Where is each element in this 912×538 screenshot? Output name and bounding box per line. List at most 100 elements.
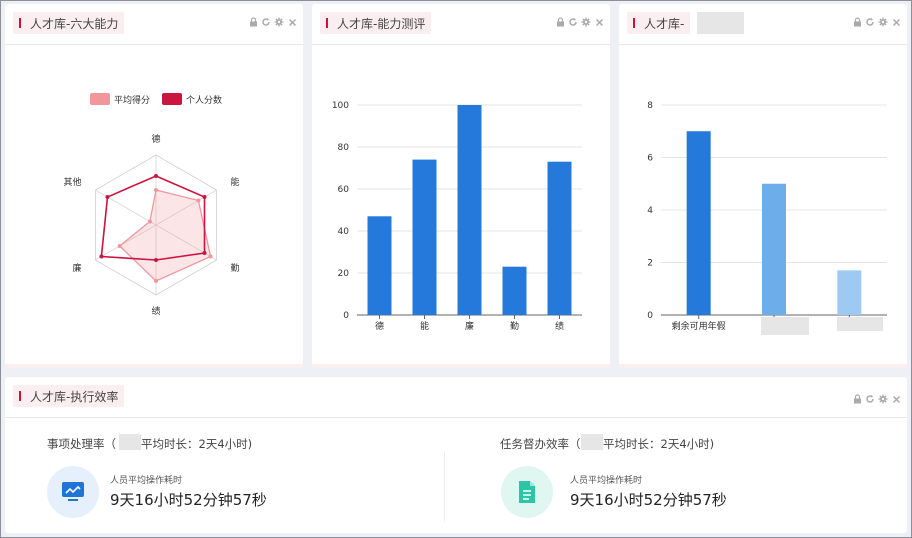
- gear-icon[interactable]: [274, 16, 284, 28]
- value-redaction: [581, 434, 603, 450]
- panel-bottom-bar: [5, 364, 303, 368]
- refresh-icon[interactable]: [865, 393, 875, 405]
- title-accent: [326, 18, 328, 28]
- radar-point: [147, 219, 152, 224]
- title-accent: [19, 18, 21, 28]
- processing-rate-title: 事项处理率（: [47, 437, 116, 451]
- title-accent: [19, 391, 21, 401]
- y-tick-label: 20: [338, 269, 350, 279]
- radar-point: [117, 244, 122, 248]
- radar-panel: 人才库-六大能力 德能勤绩 廉 其他 平均得分 个人分数: [5, 4, 303, 368]
- processing-rate-avg: 平均时长：2天4小时): [141, 437, 253, 451]
- panel-bottom-bar: [619, 364, 907, 368]
- radar-indicator-label: 勤: [230, 262, 239, 274]
- y-tick-label: 0: [647, 311, 653, 321]
- x-tick-label: 廉: [465, 320, 474, 332]
- radar-point: [202, 195, 207, 199]
- ability-bar-panel: 人才库-能力测评 0 20 40 60 80 100 德 能 廉 勤 绩: [312, 4, 610, 368]
- radar-indicator-label: 能: [230, 176, 239, 188]
- gear-icon[interactable]: [878, 393, 888, 405]
- efficiency-panel: 人才库-执行效率 事项处理率（ 平均时长：2天4小时) 人员平均操作耗时 9天1…: [5, 377, 907, 533]
- label-redaction: [761, 317, 809, 335]
- legend-label: 个人分数: [186, 94, 222, 106]
- avg-operation-time-value: 9天16小时52分钟57秒: [110, 491, 267, 509]
- lock-icon[interactable]: [248, 16, 258, 28]
- refresh-icon[interactable]: [865, 16, 875, 28]
- leave-panel-toolbar: [852, 16, 901, 28]
- y-tick-label: 2: [647, 259, 653, 269]
- radar-point: [202, 251, 207, 255]
- leave-panel-header: 人才库-: [627, 12, 691, 34]
- avg-operation-time-label: 人员平均操作耗时: [570, 476, 643, 486]
- panel-bottom-bar: [312, 364, 610, 368]
- avg-operation-time-value: 9天16小时52分钟57秒: [570, 491, 727, 509]
- bar: [686, 131, 711, 315]
- lock-icon[interactable]: [852, 393, 862, 405]
- radar-point: [105, 195, 110, 199]
- value-redaction: [119, 434, 141, 450]
- bar: [367, 216, 392, 315]
- supervision-efficiency-avg: 平均时长：2天4小时): [603, 437, 715, 451]
- x-tick-label: 能: [420, 320, 429, 332]
- bar: [502, 266, 527, 315]
- title-redaction: [697, 12, 744, 34]
- x-tick-label: 剩余可用年假: [672, 320, 726, 332]
- leave-bar-panel: 人才库- 02468剩余可用年假个人团队: [619, 4, 907, 368]
- document-stat-icon: [501, 466, 553, 518]
- y-tick-label: 40: [338, 227, 350, 237]
- close-icon[interactable]: [287, 16, 297, 28]
- title-accent: [633, 18, 635, 28]
- close-icon[interactable]: [594, 16, 604, 28]
- bar-panel-header: 人才库-能力测评: [320, 12, 432, 34]
- radar-indicator-label: 绩: [151, 305, 160, 317]
- refresh-icon[interactable]: [568, 16, 578, 28]
- efficiency-panel-header: 人才库-执行效率: [13, 385, 125, 407]
- bar: [762, 183, 786, 315]
- bar: [837, 270, 862, 315]
- y-tick-label: 100: [332, 101, 349, 111]
- x-tick-label: 德: [375, 320, 384, 332]
- refresh-icon[interactable]: [261, 16, 271, 28]
- radar-indicator-label: 廉: [73, 262, 82, 274]
- lock-icon[interactable]: [852, 16, 862, 28]
- radar-point: [99, 254, 104, 259]
- radar-point: [154, 279, 158, 283]
- bar: [547, 161, 572, 315]
- x-tick-label: 勤: [510, 320, 519, 332]
- bar: [412, 159, 437, 315]
- radar-point: [154, 174, 158, 178]
- avg-operation-time-label: 人员平均操作耗时: [110, 476, 183, 486]
- radar-panel-title: 人才库-六大能力: [30, 16, 119, 31]
- efficiency-panel-toolbar: [852, 393, 901, 405]
- leave-bar-chart: 02468剩余可用年假个人团队: [647, 101, 887, 332]
- lock-icon[interactable]: [555, 16, 565, 28]
- y-tick-label: 80: [338, 143, 350, 153]
- bar-panel-toolbar: [555, 16, 604, 28]
- ability-bar-chart: 0 20 40 60 80 100 德 能 廉 勤 绩: [332, 101, 582, 332]
- radar-point: [196, 198, 201, 203]
- y-tick-label: 4: [647, 206, 653, 216]
- gear-icon[interactable]: [581, 16, 591, 28]
- radar-chart: 德能勤绩 廉 其他 平均得分 个人分数: [64, 93, 239, 317]
- document-icon: [519, 481, 535, 503]
- supervision-efficiency-title: 任务督办效率（: [500, 437, 581, 451]
- header-divider: [5, 417, 907, 418]
- radar-indicator-label: 德: [151, 133, 160, 145]
- column-divider: [444, 452, 445, 522]
- label-redaction: [837, 317, 883, 331]
- y-tick-label: 8: [647, 101, 653, 111]
- radar-panel-toolbar: [248, 16, 297, 28]
- gear-icon[interactable]: [878, 16, 888, 28]
- y-tick-label: 0: [343, 311, 349, 321]
- radar-panel-header: 人才库-六大能力: [13, 12, 125, 34]
- x-tick-label: 绩: [555, 320, 564, 332]
- radar-indicator-label: 其他: [64, 176, 82, 188]
- bar: [457, 105, 482, 315]
- close-icon[interactable]: [891, 393, 901, 405]
- close-icon[interactable]: [891, 16, 901, 28]
- legend-swatch: [162, 93, 182, 105]
- bar-panel-title: 人才库-能力测评: [337, 16, 426, 31]
- radar-point: [154, 188, 158, 192]
- radar-point: [208, 254, 213, 259]
- radar-point: [154, 258, 158, 262]
